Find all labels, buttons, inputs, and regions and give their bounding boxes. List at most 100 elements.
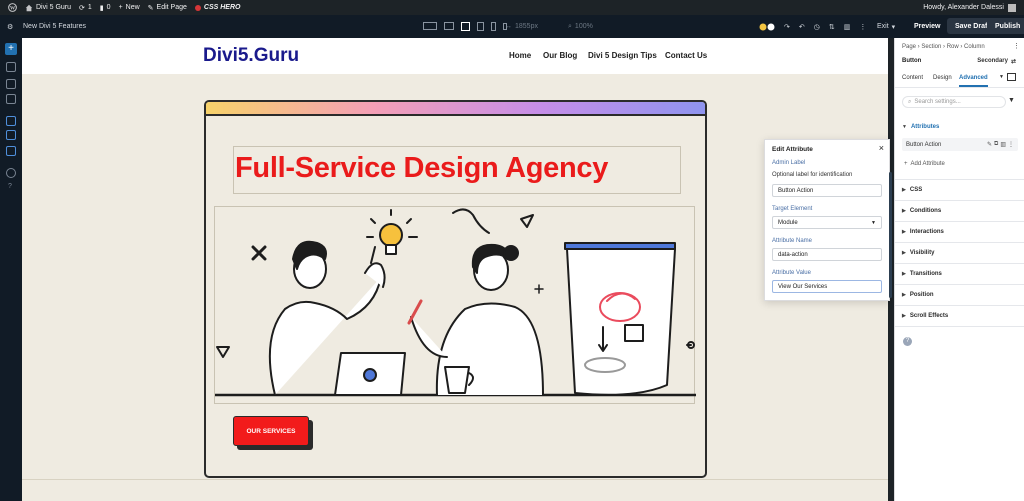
filter-icon[interactable]: ▼ bbox=[1008, 97, 1015, 104]
preset-selector[interactable]: Secondary ⇄ bbox=[977, 58, 1016, 65]
tab-advanced[interactable]: Advanced bbox=[959, 75, 988, 87]
page-settings-icon[interactable] bbox=[6, 116, 16, 126]
nav-item-blog[interactable]: Our Blog bbox=[543, 51, 577, 60]
delete-icon[interactable]: ▥ bbox=[1000, 141, 1006, 148]
layers-icon[interactable] bbox=[6, 62, 16, 72]
portability-icon[interactable]: ⇅ bbox=[829, 23, 835, 31]
laptop-icon[interactable] bbox=[461, 22, 470, 31]
add-attribute-button[interactable]: + Add Attribute bbox=[904, 161, 945, 167]
viewport-switcher bbox=[423, 15, 507, 38]
panel-scrollbar[interactable] bbox=[889, 172, 892, 298]
nav-item-contact[interactable]: Contact Us bbox=[665, 51, 707, 60]
home-icon bbox=[25, 4, 33, 11]
more-icon[interactable]: ⋮ bbox=[1008, 141, 1014, 148]
layout-icon[interactable] bbox=[6, 94, 16, 104]
updates-count: 1 bbox=[87, 4, 92, 11]
hero-illustration[interactable] bbox=[213, 206, 698, 404]
variables-icon[interactable] bbox=[6, 146, 16, 156]
section-css-label: CSS bbox=[909, 187, 923, 193]
trash-icon[interactable]: ▥ bbox=[844, 23, 851, 31]
attribute-item-actions: ✎ ⧉ ▥ ⋮ bbox=[987, 141, 1014, 148]
theme-toggle-icon[interactable] bbox=[759, 23, 775, 31]
comments-count: 0 bbox=[106, 4, 111, 11]
tab-content[interactable]: Content bbox=[902, 75, 923, 81]
edit-page-link[interactable]: ✎ Edit Page bbox=[148, 4, 187, 12]
window-icon[interactable] bbox=[1007, 73, 1016, 81]
plugin-label: CSS HERO bbox=[203, 4, 241, 11]
user-menu[interactable]: Howdy, Alexander Dalessi bbox=[923, 0, 1016, 15]
section-scroll-effects[interactable]: ▶ Scroll Effects bbox=[895, 306, 1024, 327]
help-icon[interactable]: ? bbox=[903, 337, 912, 346]
tools-icon[interactable] bbox=[6, 168, 16, 178]
preset-label: Secondary bbox=[977, 58, 1008, 64]
attribute-item[interactable]: Button Action ✎ ⧉ ▥ ⋮ bbox=[902, 138, 1018, 151]
our-services-button[interactable]: OUR SERVICES bbox=[233, 416, 309, 446]
search-placeholder: Search settings... bbox=[914, 99, 961, 105]
pencil-icon: ✎ bbox=[147, 4, 154, 12]
site-name-link[interactable]: Divi 5 Guru bbox=[25, 4, 71, 12]
attribute-name-heading: Attribute Name bbox=[772, 238, 813, 244]
library-icon[interactable] bbox=[6, 79, 16, 89]
target-element-heading: Target Element bbox=[772, 206, 813, 212]
attribute-value-input[interactable]: View Our Services bbox=[772, 280, 882, 293]
section-interactions[interactable]: ▶ Interactions bbox=[895, 222, 1024, 243]
breadcrumb[interactable]: Page › Section › Row › Column bbox=[902, 44, 985, 50]
publish-button[interactable]: Publish bbox=[987, 18, 1024, 34]
attribute-name-input[interactable]: data-action bbox=[772, 248, 882, 261]
refresh-icon: ⟳ bbox=[79, 4, 85, 12]
gear-icon[interactable]: ⚙ bbox=[7, 15, 13, 38]
chevron-down-icon[interactable]: ▼ bbox=[999, 74, 1004, 80]
caret-down-icon: ▼ bbox=[902, 123, 907, 130]
width-value: 1855px bbox=[515, 23, 538, 30]
close-icon[interactable]: × bbox=[879, 143, 884, 153]
site-logo[interactable]: Divi5.Guru bbox=[203, 45, 299, 67]
edit-icon[interactable]: ✎ bbox=[987, 141, 992, 148]
caret-right-icon: ▶ bbox=[902, 250, 906, 256]
comments-link[interactable]: ▮ 0 bbox=[100, 4, 111, 12]
tablet-icon[interactable] bbox=[477, 22, 484, 31]
nav-item-design-tips[interactable]: Divi 5 Design Tips bbox=[588, 51, 657, 60]
exit-menu[interactable]: Exit ▾ bbox=[877, 15, 895, 38]
phone-icon[interactable] bbox=[491, 22, 496, 31]
nav-item-home[interactable]: Home bbox=[509, 51, 531, 60]
updates-link[interactable]: ⟳ 1 bbox=[79, 4, 92, 12]
tab-design[interactable]: Design bbox=[933, 75, 952, 81]
undo-icon[interactable]: ↶ bbox=[799, 23, 805, 31]
search-input[interactable]: ⌕ Search settings... bbox=[902, 96, 1006, 108]
section-transitions[interactable]: ▶ Transitions bbox=[895, 264, 1024, 285]
theme-builder-icon[interactable] bbox=[6, 130, 16, 140]
help-icon[interactable]: ? bbox=[8, 183, 12, 190]
admin-label-heading: Admin Label bbox=[772, 160, 806, 166]
section-css[interactable]: ▶ CSS bbox=[895, 180, 1024, 201]
redo-icon[interactable]: ↷ bbox=[784, 23, 790, 31]
caret-right-icon: ▶ bbox=[902, 292, 906, 298]
css-hero-link[interactable]: CSS HERO bbox=[194, 4, 241, 11]
section-conditions[interactable]: ▶ Conditions bbox=[895, 201, 1024, 222]
site-header: Divi5.Guru Home Our Blog Divi 5 Design T… bbox=[22, 38, 888, 74]
copy-icon[interactable]: ⧉ bbox=[994, 141, 998, 148]
page-headline[interactable]: Full-Service Design Agency bbox=[233, 146, 681, 194]
panel-menu-icon[interactable]: ⋮ bbox=[1013, 42, 1020, 50]
wordpress-logo-icon[interactable]: W bbox=[8, 3, 17, 12]
wide-desktop-icon[interactable] bbox=[423, 22, 437, 31]
width-readout[interactable]: ↔ 1855px bbox=[505, 15, 538, 38]
preview-button[interactable]: Preview bbox=[906, 18, 948, 34]
section-position[interactable]: ▶ Position bbox=[895, 285, 1024, 306]
desktop-icon[interactable] bbox=[444, 22, 454, 31]
more-icon[interactable]: ⋮ bbox=[859, 23, 866, 31]
admin-label-input[interactable]: Button Action bbox=[772, 184, 882, 197]
new-content-link[interactable]: + New bbox=[119, 4, 140, 11]
attributes-section-header[interactable]: ▼ Attributes bbox=[895, 116, 1024, 137]
exit-label: Exit bbox=[877, 23, 889, 30]
wp-admin-bar: W Divi 5 Guru ⟳ 1 ▮ 0 + New ✎ Edit Page CSS … bbox=[0, 0, 1024, 15]
status-dot-icon bbox=[194, 4, 201, 11]
module-name: Button bbox=[902, 58, 922, 64]
zoom-readout[interactable]: ⌕ 100% bbox=[568, 15, 593, 38]
add-module-button[interactable]: + bbox=[5, 43, 17, 55]
zoom-icon: ⌕ bbox=[568, 22, 572, 30]
section-visibility[interactable]: ▶ Visibility bbox=[895, 243, 1024, 264]
caret-right-icon: ▶ bbox=[902, 187, 906, 193]
history-icon[interactable]: ◷ bbox=[814, 23, 820, 31]
target-element-select[interactable]: Module ▼ bbox=[772, 216, 882, 229]
page-title: New Divi 5 Features bbox=[23, 23, 87, 30]
